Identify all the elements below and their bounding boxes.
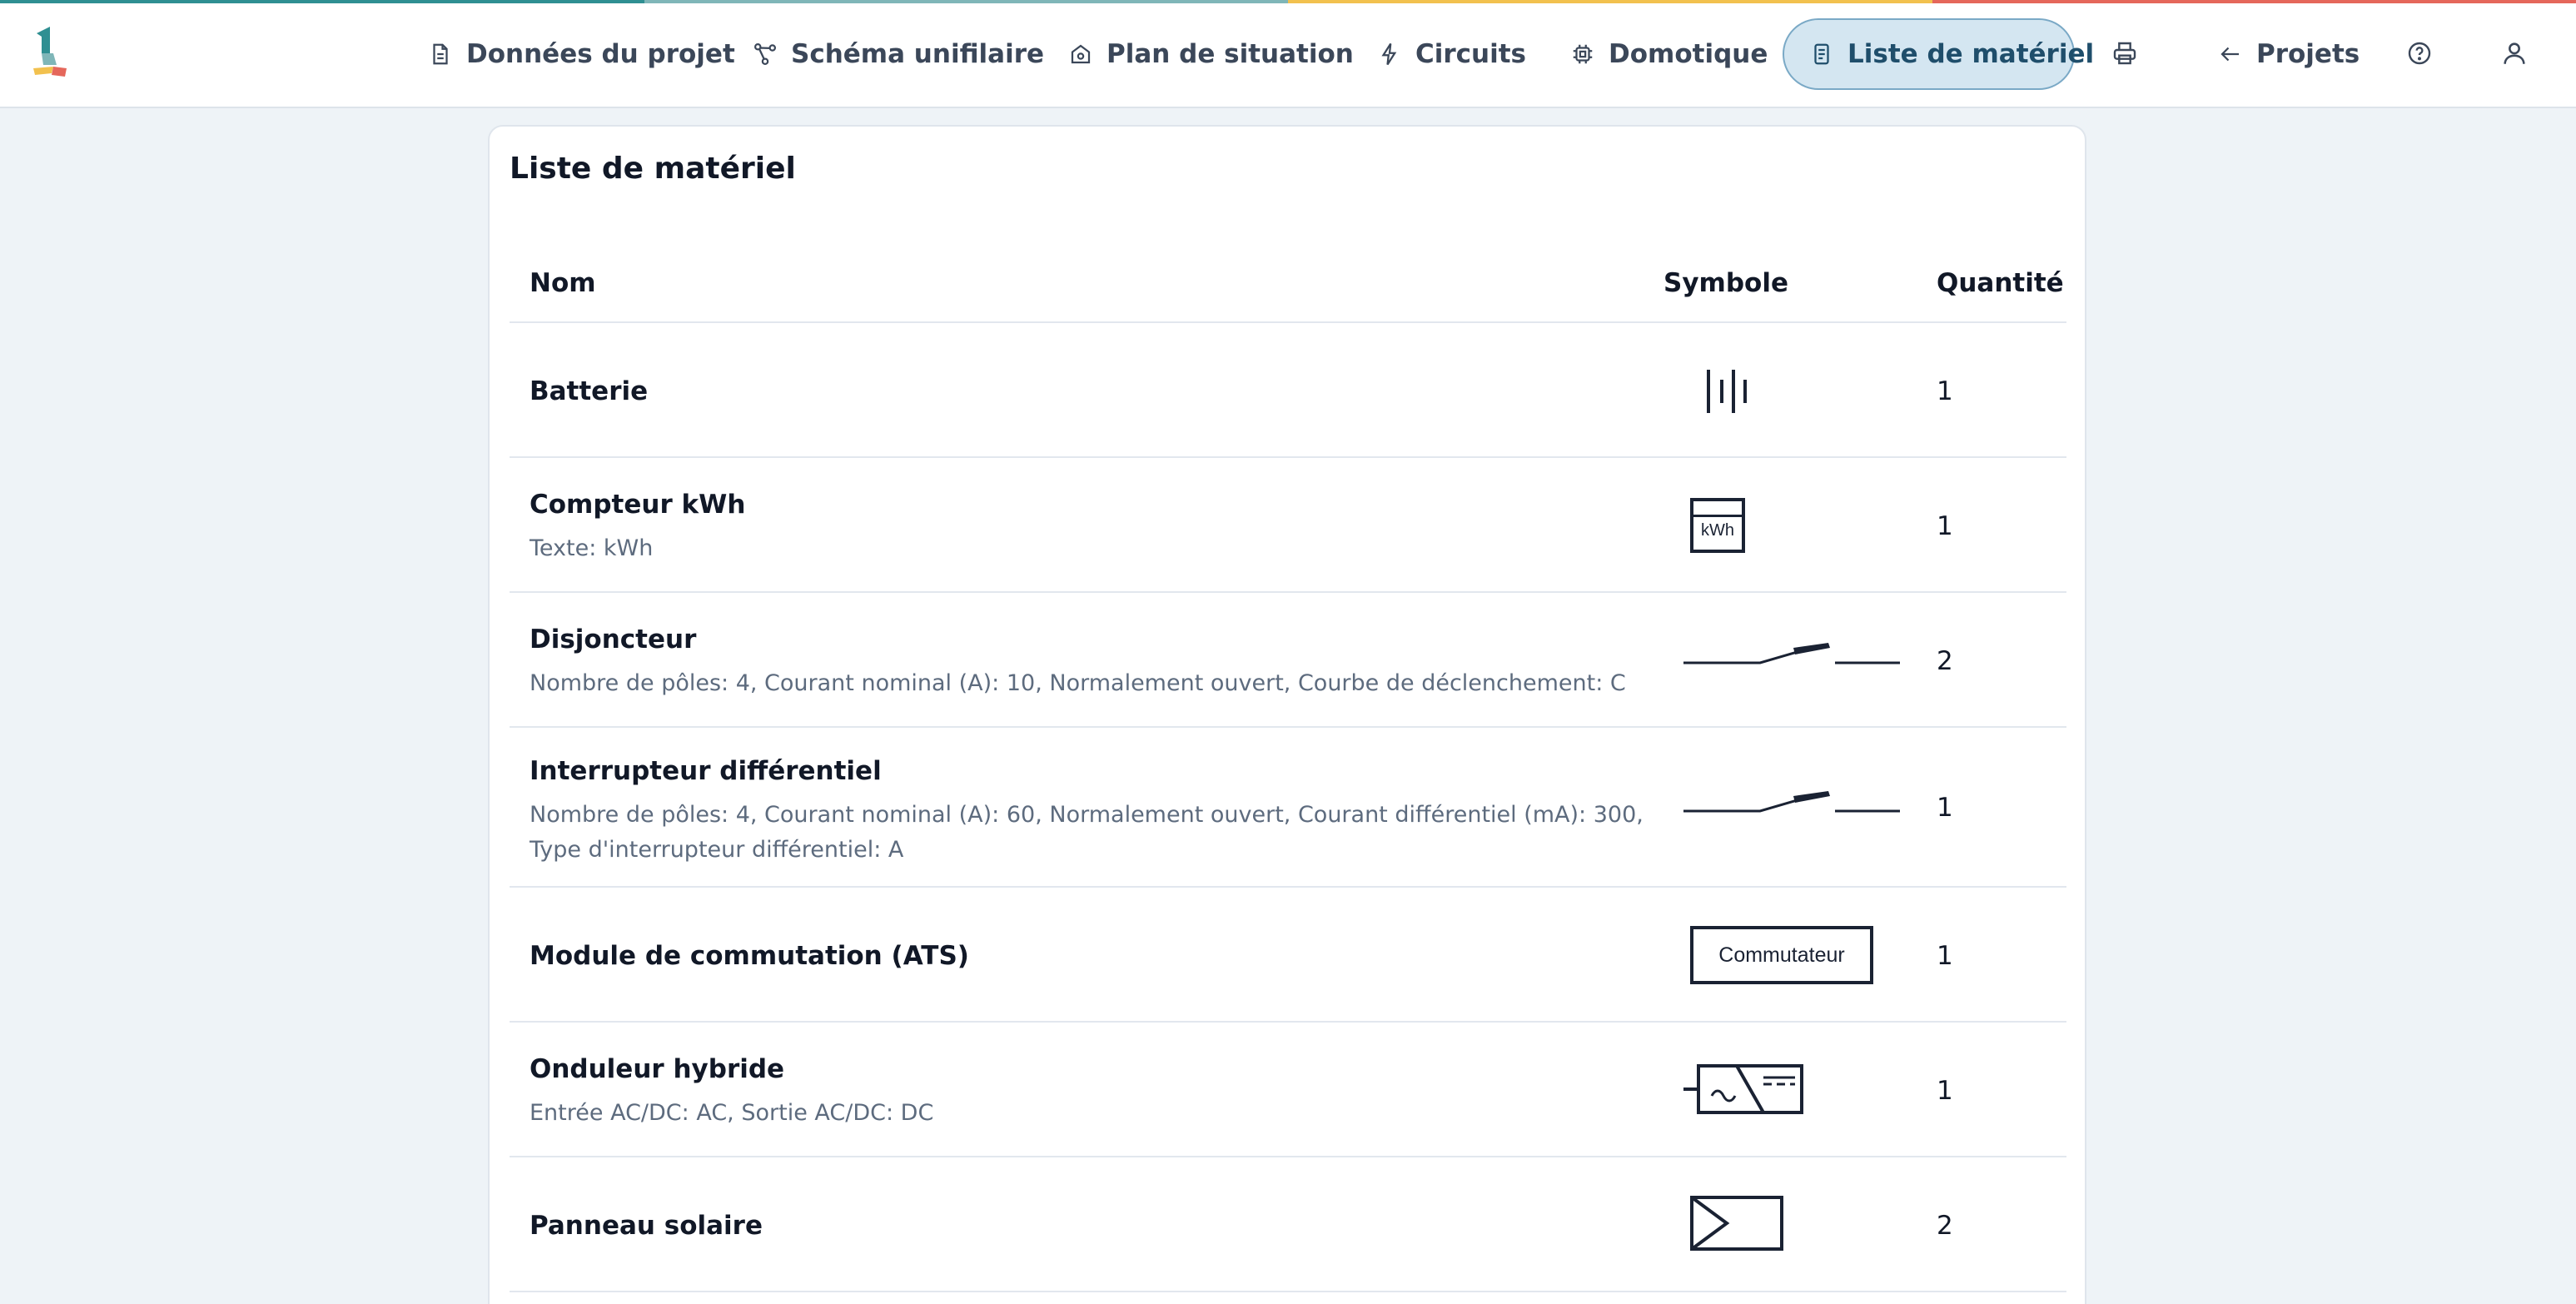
nav-circuits-label: Circuits xyxy=(1415,39,1527,69)
item-name: Compteur kWh xyxy=(530,490,746,520)
document-icon xyxy=(433,43,448,65)
table-row: Disjoncteur Nombre de pôles: 4, Courant … xyxy=(510,593,2066,728)
item-quantity: 1 xyxy=(1937,941,1953,971)
projects-back-link[interactable]: Projets xyxy=(2218,18,2360,90)
arrow-left-icon xyxy=(2220,47,2239,62)
column-header-name: Nom xyxy=(530,268,596,298)
page-title: Liste de matériel xyxy=(510,152,796,186)
item-quantity: 2 xyxy=(1937,1211,1953,1241)
nav-single-line-diagram[interactable]: Schéma unifilaire xyxy=(753,18,1044,90)
table-row: Batterie 1 xyxy=(510,323,2066,458)
column-header-symbol: Symbole xyxy=(1663,268,1788,298)
item-quantity: 1 xyxy=(1937,1076,1953,1106)
table-row: Onduleur hybride Entrée AC/DC: AC, Sorti… xyxy=(510,1023,2066,1157)
switch-module-symbol-icon: Commutateur xyxy=(1690,926,1873,984)
item-quantity: 1 xyxy=(1937,511,1953,541)
top-navigation-bar: Données du projet Schéma unifilaire Plan… xyxy=(0,0,2576,108)
rcd-symbol-icon xyxy=(1683,791,1900,813)
column-header-quantity: Quantité xyxy=(1937,268,2064,298)
top-accent-line xyxy=(0,0,2576,3)
item-name: Panneau solaire xyxy=(530,1211,763,1241)
projects-label: Projets xyxy=(2256,39,2360,69)
nav-home-automation-label: Domotique xyxy=(1609,39,1768,69)
table-row: Compteur kWh Texte: kWh kWh 1 xyxy=(510,458,2066,593)
battery-symbol-icon xyxy=(1707,370,1747,413)
item-quantity: 1 xyxy=(1937,793,1953,823)
user-menu-button[interactable] xyxy=(2498,37,2531,70)
chip-icon xyxy=(1573,44,1593,64)
breaker-symbol-icon xyxy=(1683,643,1900,664)
nav-site-plan-label: Plan de situation xyxy=(1106,39,1354,69)
nav-single-line-diagram-label: Schéma unifilaire xyxy=(791,39,1045,69)
bolt-icon xyxy=(1381,42,1397,66)
printer-icon xyxy=(2113,42,2136,65)
table-row: Module de commutation (ATS) Commutateur … xyxy=(510,888,2066,1023)
kwh-meter-symbol-icon: kWh xyxy=(1690,498,1745,553)
help-icon xyxy=(2408,42,2431,65)
item-name: Onduleur hybride xyxy=(530,1054,785,1084)
item-quantity: 2 xyxy=(1937,646,1953,676)
item-description: Entrée AC/DC: AC, Sortie AC/DC: DC xyxy=(530,1100,934,1126)
material-list-card: Liste de matériel Nom Symbole Quantité B… xyxy=(488,125,2086,1304)
item-description: Nombre de pôles: 4, Courant nominal (A):… xyxy=(530,802,1644,863)
item-name: Batterie xyxy=(530,376,649,406)
item-name: Module de commutation (ATS) xyxy=(530,941,969,971)
item-name: Interrupteur différentiel xyxy=(530,756,882,786)
print-button[interactable] xyxy=(2108,37,2141,70)
switch-module-symbol-text: Commutateur xyxy=(1718,943,1845,967)
nav-project-data-label: Données du projet xyxy=(466,39,735,69)
nav-site-plan[interactable]: Plan de situation xyxy=(1068,18,1354,90)
nav-circuits[interactable]: Circuits xyxy=(1377,18,1526,90)
help-button[interactable] xyxy=(2403,37,2436,70)
nav-home-automation[interactable]: Domotique xyxy=(1570,18,1768,90)
list-icon xyxy=(1814,43,1829,65)
nav-project-data[interactable]: Données du projet xyxy=(428,18,735,90)
table-row: Interrupteur différentiel Nombre de pôle… xyxy=(510,728,2066,888)
kwh-symbol-text: kWh xyxy=(1701,521,1734,540)
item-quantity: 1 xyxy=(1937,376,1953,406)
user-icon xyxy=(2504,42,2525,64)
item-description: Nombre de pôles: 4, Courant nominal (A):… xyxy=(530,670,1626,696)
item-name: Disjoncteur xyxy=(530,625,697,654)
solar-panel-symbol-icon xyxy=(1690,1196,1783,1251)
nav-material-list-label: Liste de matériel xyxy=(1847,39,2095,69)
home-icon xyxy=(1071,44,1091,64)
inverter-symbol-icon xyxy=(1683,1064,1803,1114)
item-description: Texte: kWh xyxy=(530,535,654,561)
diagram-icon xyxy=(754,43,776,65)
app-logo[interactable] xyxy=(28,25,72,80)
nav-material-list[interactable]: Liste de matériel xyxy=(1783,18,2094,90)
table-row: Panneau solaire 2 xyxy=(510,1157,2066,1292)
